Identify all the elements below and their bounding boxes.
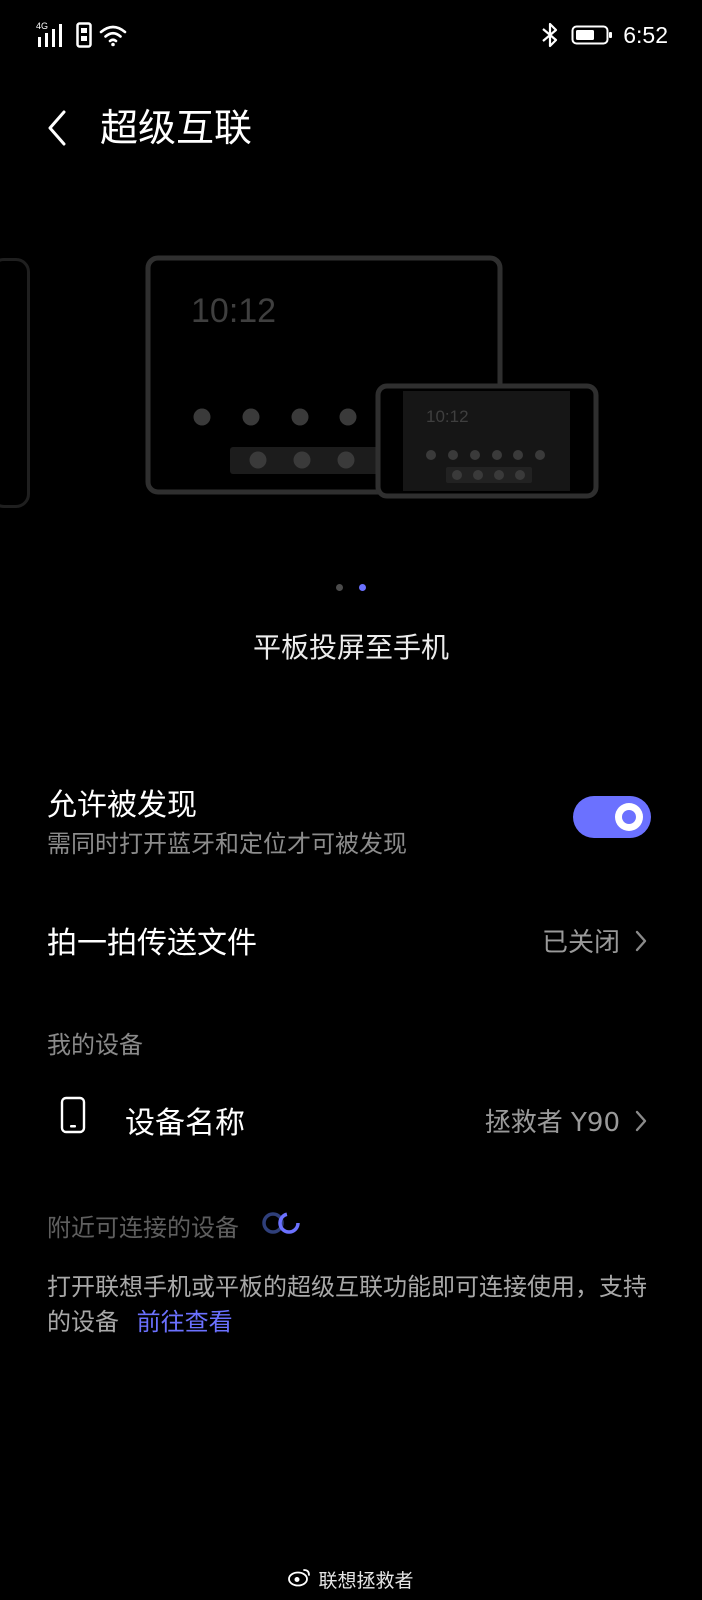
bluetooth-icon [542, 22, 558, 48]
device-name-value: 拯救者 Y90 [484, 1108, 620, 1138]
previous-slide-peek[interactable] [0, 258, 30, 508]
tap-transfer-status: 已关闭 [542, 922, 648, 959]
tap-transfer-value: 已关闭 [541, 928, 620, 958]
watermark: 联想拯救者 [0, 1566, 702, 1593]
carousel-indicator [0, 584, 702, 591]
page-title: 超级互联 [100, 106, 253, 150]
page-dot-active[interactable] [359, 584, 366, 591]
chevron-left-icon [48, 110, 66, 146]
phone-clock: 10:12 [426, 407, 469, 426]
nearby-devices-label: 附近可连接的设备 [47, 1214, 239, 1242]
discoverable-toggle[interactable] [573, 796, 651, 838]
device-name-title: 设备名称 [125, 1106, 245, 1141]
view-supported-devices-link[interactable]: 前往查看 [137, 1308, 233, 1336]
svg-text:4G: 4G [36, 21, 48, 31]
status-bar-right: 6:52 [539, 20, 668, 50]
wifi-icon [99, 25, 127, 47]
signal-icon: 4G [36, 21, 62, 47]
sim-icon [76, 22, 92, 48]
scanning-spinner-icon [259, 1210, 303, 1242]
tap-transfer-title: 拍一拍传送文件 [47, 926, 257, 961]
carousel-caption: 平板投屏至手机 [252, 631, 449, 664]
page-dot[interactable] [336, 584, 343, 591]
tablet-clock: 10:12 [191, 292, 276, 330]
chevron-right-icon [634, 1109, 648, 1133]
back-button[interactable] [42, 108, 72, 148]
tap-transfer-row[interactable]: 拍一拍传送文件 已关闭 [0, 900, 702, 980]
battery-icon [571, 25, 613, 45]
nearby-info: 打开联想手机或平板的超级互联功能即可连接使用，支持的设备 前往查看 [47, 1270, 657, 1340]
discoverable-title: 允许被发现 [47, 788, 197, 823]
discoverable-subtitle: 需同时打开蓝牙和定位才可被发现 [47, 830, 407, 858]
chevron-right-icon [634, 929, 648, 953]
device-name-row[interactable]: 设备名称 拯救者 Y90 [0, 1080, 702, 1160]
nearby-devices-header: 附近可连接的设备 [47, 1208, 303, 1243]
watermark-text: 联想拯救者 [318, 1570, 414, 1592]
toggle-knob [615, 803, 643, 831]
status-time: 6:52 [623, 21, 668, 48]
phone-icon [60, 1096, 86, 1138]
tablet-phone-illustration: 10:12 10:12 [145, 255, 599, 499]
device-name-status: 拯救者 Y90 [485, 1102, 648, 1139]
weibo-logo-icon [288, 1567, 312, 1592]
my-devices-label: 我的设备 [47, 1031, 143, 1059]
status-bar-left: 4G [36, 20, 128, 50]
